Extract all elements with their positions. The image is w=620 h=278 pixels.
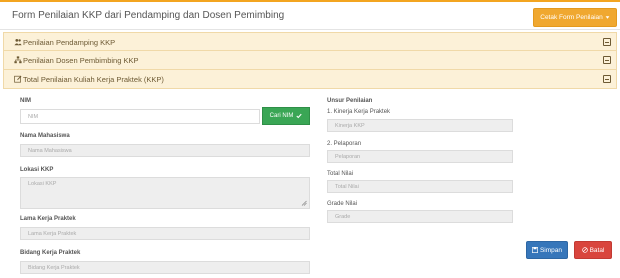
panel-penilaian-dosen[interactable]: Penilaian Dosen Pembimbing KKP: [3, 50, 617, 70]
pelaporan-label: 2. Pelaporan: [327, 141, 362, 147]
nama-mahasiswa-field[interactable]: Nama Mahasiswa: [20, 144, 310, 157]
total-nilai-field[interactable]: Total Nilai: [327, 180, 513, 193]
caret-down-icon: [605, 16, 610, 19]
save-button-label: Simpan: [539, 246, 563, 254]
nama-mahasiswa-label: Nama Mahasiswa: [20, 133, 70, 139]
page-title: Form Penilaian KKP dari Pendamping dan D…: [12, 10, 285, 21]
bidang-kerja-praktek-field[interactable]: Bidang Kerja Praktek: [20, 261, 310, 274]
resize-handle-icon[interactable]: [301, 200, 307, 206]
cari-nim-label: Cari NIM: [269, 113, 294, 119]
grade-nilai-label: Grade Nilai: [327, 201, 358, 207]
panel-label: Penilaian Pendamping KKP: [23, 38, 116, 47]
panel-label: Total Penilaian Kuliah Kerja Praktek (KK…: [23, 75, 164, 84]
lama-kerja-praktek-label: Lama Kerja Praktek: [20, 216, 76, 222]
print-form-button[interactable]: Cetak Form Penilaian: [533, 8, 617, 27]
form-header: Form Penilaian KKP dari Pendamping dan D…: [0, 0, 620, 30]
pelaporan-field[interactable]: Pelaporan: [327, 150, 513, 163]
nim-input[interactable]: NIM: [20, 109, 260, 124]
lokasi-kkp-label: Lokasi KKP: [20, 167, 54, 173]
collapse-icon[interactable]: [603, 38, 611, 46]
lokasi-kkp-placeholder: Lokasi KKP: [28, 181, 57, 187]
total-nilai-label: Total Nilai: [327, 171, 354, 177]
lokasi-kkp-textarea[interactable]: Lokasi KKP: [20, 177, 310, 209]
collapse-icon[interactable]: [603, 56, 611, 64]
kinerja-label: 1. Kinerja Kerja Praktek: [327, 109, 391, 115]
cancel-icon: [581, 247, 588, 253]
panel-label: Penilaian Dosen Pembimbing KKP: [23, 56, 139, 65]
cancel-button[interactable]: Batal: [574, 241, 612, 259]
unsur-penilaian-heading: Unsur Penilaian: [327, 98, 373, 104]
panel-total-penilaian[interactable]: Total Penilaian Kuliah Kerja Praktek (KK…: [3, 69, 617, 89]
grade-nilai-field[interactable]: Grade: [327, 210, 513, 223]
sitemap-icon: [14, 56, 22, 64]
bidang-kerja-praktek-label: Bidang Kerja Praktek: [20, 250, 81, 256]
nim-label: NIM: [20, 98, 31, 104]
check-icon: [296, 113, 302, 119]
panel-penilaian-pendamping[interactable]: Penilaian Pendamping KKP: [3, 32, 617, 52]
cancel-button-label: Batal: [589, 246, 605, 254]
save-button[interactable]: Simpan: [526, 241, 568, 259]
print-button-label: Cetak Form Penilaian: [540, 14, 603, 21]
cari-nim-button[interactable]: Cari NIM: [262, 107, 310, 125]
collapse-icon[interactable]: [603, 75, 611, 83]
kinerja-kkp-field[interactable]: Kinerja KKP: [327, 119, 513, 132]
edit-icon: [14, 75, 22, 83]
lama-kerja-praktek-field[interactable]: Lama Kerja Praktek: [20, 227, 310, 240]
save-icon: [532, 247, 538, 253]
users-icon: [14, 39, 22, 46]
